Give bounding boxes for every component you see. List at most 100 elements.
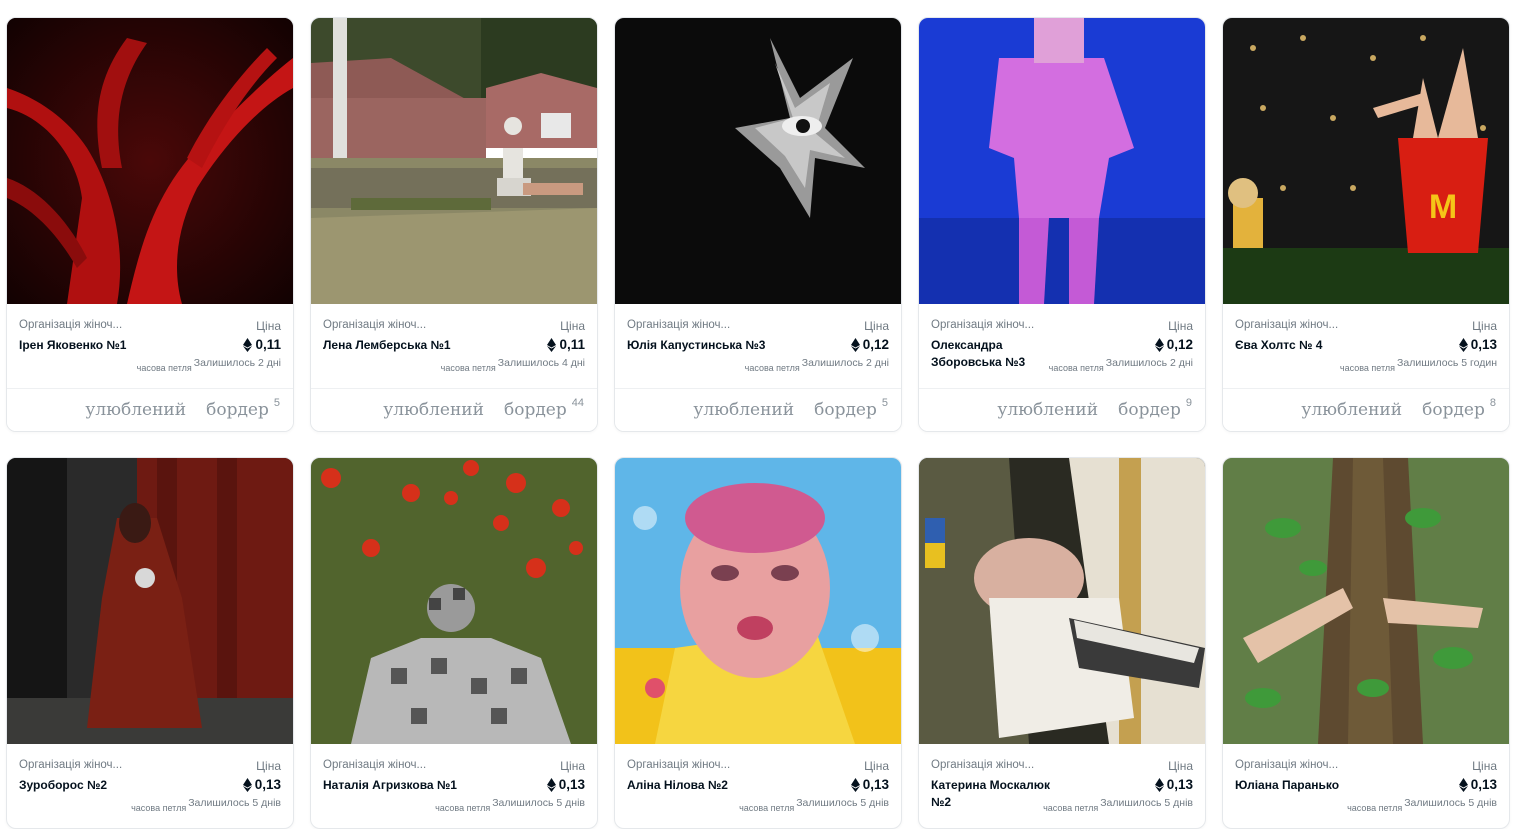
time-left: часова петля Залишилось 5 днів	[1043, 797, 1193, 813]
favorite-button[interactable]: улюблений	[693, 400, 794, 420]
time-loop-label: часова петля	[136, 363, 192, 373]
card-footer: улюблений бордер 5	[7, 388, 293, 431]
nft-card[interactable]: Організація жіноч... Ірен Яковенко №1 Ці…	[6, 17, 294, 432]
border-button[interactable]: бордер 5	[814, 397, 888, 420]
border-button[interactable]: бордер 44	[504, 397, 584, 420]
artwork-image[interactable]	[7, 458, 293, 744]
price-value: 0,13	[1470, 337, 1497, 352]
price-value: 0,13	[862, 777, 889, 792]
collection-name[interactable]: Організація жіноч...	[19, 759, 139, 771]
ethereum-icon	[547, 337, 557, 352]
collection-name[interactable]: Організація жіноч...	[931, 759, 1051, 771]
time-loop-label: часова петля	[1048, 363, 1104, 373]
time-left: часова петля Залишилось 2 дні	[1049, 357, 1193, 373]
price: 0,13	[1458, 777, 1497, 792]
collection-name[interactable]: Організація жіноч...	[1235, 319, 1355, 331]
border-button[interactable]: бордер 9	[1118, 397, 1192, 420]
card-footer: улюблений бордер 44	[311, 388, 597, 431]
collection-name[interactable]: Організація жіноч...	[1235, 759, 1355, 771]
artwork-title[interactable]: Наталія Агризкова №1	[323, 777, 463, 794]
artwork-image[interactable]	[615, 18, 901, 304]
price: 0,13	[242, 777, 281, 792]
border-label: бордер	[1118, 400, 1181, 420]
ethereum-icon	[1458, 337, 1468, 352]
artwork-title[interactable]: Лена Лемберська №1	[323, 337, 463, 354]
time-left: часова петля Залишилось 2 дні	[745, 357, 889, 373]
border-label: бордер	[1422, 400, 1485, 420]
border-count: 5	[881, 397, 888, 409]
artwork-title[interactable]: Юлія Капустинська №3	[627, 337, 767, 354]
artwork-image[interactable]: M	[1223, 18, 1509, 304]
nft-card[interactable]: Організація жіноч... Юлія Капустинська №…	[614, 17, 902, 432]
time-left: часова петля Залишилось 2 дні	[137, 357, 281, 373]
price: 0,12	[1154, 337, 1193, 352]
time-left-text: Залишилось 5 годин	[1397, 357, 1497, 369]
ethereum-icon	[1458, 777, 1468, 792]
artwork-image[interactable]	[7, 18, 293, 304]
artwork-image[interactable]	[615, 458, 901, 744]
artwork-title[interactable]: Юліана Паранько	[1235, 777, 1375, 794]
time-loop-label: часова петля	[1043, 803, 1099, 813]
collection-name[interactable]: Організація жіноч...	[627, 319, 747, 331]
ethereum-icon	[243, 337, 253, 352]
nft-card[interactable]: Організація жіноч... Лена Лемберська №1 …	[310, 17, 598, 432]
favorite-button[interactable]: улюблений	[85, 400, 186, 420]
artwork-title[interactable]: Зуроборос №2	[19, 777, 159, 794]
favorite-button[interactable]: улюблений	[1301, 400, 1402, 420]
price-value: 0,11	[255, 337, 281, 352]
card-footer: улюблений бордер 5	[615, 388, 901, 431]
time-loop-label: часова петля	[1339, 363, 1396, 373]
artwork-title[interactable]: Ірен Яковенко №1	[19, 337, 159, 354]
artwork-image[interactable]	[919, 18, 1205, 304]
artwork-image[interactable]	[311, 18, 597, 304]
svg-text:M: M	[1429, 188, 1457, 226]
collection-name[interactable]: Організація жіноч...	[323, 319, 443, 331]
collection-name[interactable]: Організація жіноч...	[627, 759, 747, 771]
time-left-text: Залишилось 5 днів	[492, 797, 585, 809]
border-label: бордер	[206, 400, 269, 420]
time-left: часова петля Залишилось 4 дні	[441, 357, 585, 373]
nft-card[interactable]: Організація жіноч... Катерина Москалюк №…	[918, 457, 1206, 829]
price-label: Ціна	[560, 759, 585, 773]
artwork-title[interactable]: Аліна Нілова №2	[627, 777, 767, 794]
nft-card[interactable]: M Організація жіноч... Єва Холтс № 4 Цін…	[1222, 17, 1510, 432]
artwork-image[interactable]	[311, 458, 597, 744]
ethereum-icon	[1154, 337, 1164, 352]
price-value: 0,13	[1470, 777, 1497, 792]
time-loop-label: часова петля	[131, 803, 187, 813]
border-count: 9	[1185, 397, 1192, 409]
artwork-image[interactable]	[1223, 458, 1509, 744]
time-left-text: Залишилось 5 днів	[188, 797, 281, 809]
ethereum-icon	[1154, 777, 1164, 792]
favorite-button[interactable]: улюблений	[383, 400, 484, 420]
nft-card[interactable]: Організація жіноч... Юліана Паранько Цін…	[1222, 457, 1510, 829]
nft-card[interactable]: Організація жіноч... Наталія Агризкова №…	[310, 457, 598, 829]
price: 0,11	[547, 337, 585, 352]
price-label: Ціна	[864, 759, 889, 773]
time-left: часова петля Залишилось 5 днів	[435, 797, 585, 813]
collection-name[interactable]: Організація жіноч...	[931, 319, 1051, 331]
nft-card[interactable]: Організація жіноч... Зуроборос №2 Ціна 0…	[6, 457, 294, 829]
border-button[interactable]: бордер 8	[1422, 397, 1496, 420]
time-loop-label: часова петля	[739, 803, 795, 813]
price-label: Ціна	[1168, 759, 1193, 773]
nft-card[interactable]: Організація жіноч... Олександра Зборовсь…	[918, 17, 1206, 432]
collection-name[interactable]: Організація жіноч...	[19, 319, 139, 331]
time-loop-label: часова петля	[1347, 803, 1403, 813]
collection-name[interactable]: Організація жіноч...	[323, 759, 443, 771]
price: 0,13	[546, 777, 585, 792]
border-count: 8	[1489, 397, 1496, 409]
border-count: 5	[273, 397, 280, 409]
price-value: 0,13	[558, 777, 585, 792]
border-button[interactable]: бордер 5	[206, 397, 280, 420]
price-label: Ціна	[1168, 319, 1193, 333]
price-label: Ціна	[1472, 319, 1497, 333]
card-footer: улюблений бордер 8	[1223, 388, 1509, 431]
price: 0,11	[243, 337, 281, 352]
price-value: 0,12	[862, 337, 889, 352]
favorite-button[interactable]: улюблений	[997, 400, 1098, 420]
artwork-image[interactable]	[919, 458, 1205, 744]
price-value: 0,13	[1166, 777, 1193, 792]
artwork-title[interactable]: Єва Холтс № 4	[1235, 337, 1375, 354]
nft-card[interactable]: Організація жіноч... Аліна Нілова №2 Цін…	[614, 457, 902, 829]
